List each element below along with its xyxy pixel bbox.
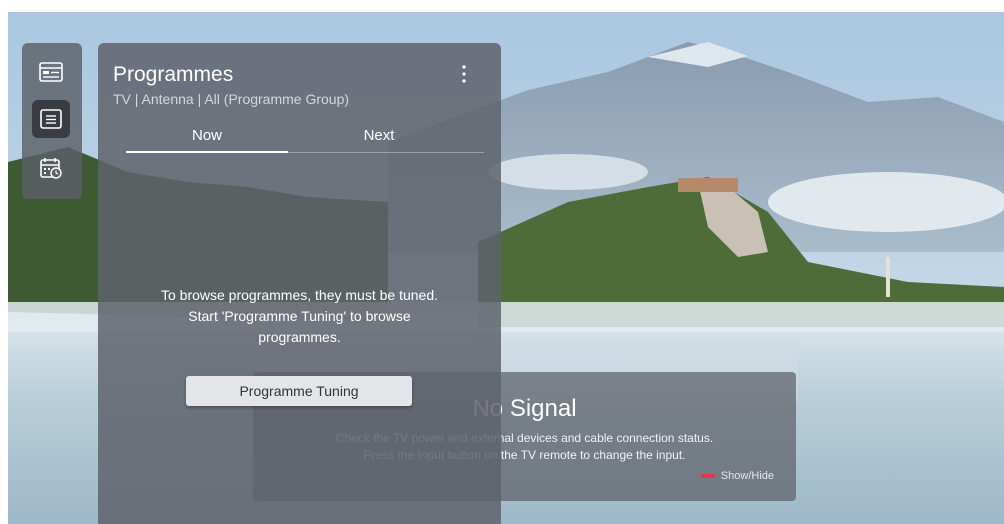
schedule-button[interactable] <box>32 149 70 187</box>
tab-selected-indicator <box>126 151 288 153</box>
red-key-icon <box>700 474 715 478</box>
programme-tuning-button[interactable]: Programme Tuning <box>186 376 412 406</box>
guide-button[interactable] <box>32 53 70 91</box>
guide-icon <box>39 62 63 82</box>
show-hide-label: Show/Hide <box>720 470 774 482</box>
tab-next[interactable]: Next <box>298 127 460 144</box>
more-options-button[interactable] <box>454 61 474 87</box>
panel-subtitle: TV | Antenna | All (Programme Group) <box>113 91 350 107</box>
empty-state-message: To browse programmes, they must be tuned… <box>160 287 439 345</box>
panel-title: Programmes <box>113 63 234 86</box>
schedule-icon <box>40 158 62 179</box>
programme-list-button[interactable] <box>32 100 70 138</box>
more-vert-icon <box>462 65 466 83</box>
side-menu-rail <box>22 43 82 199</box>
show-hide-hint: Show/Hide <box>700 470 774 482</box>
programmes-panel: Programmes TV | Antenna | All (Programme… <box>98 43 501 524</box>
programme-list-icon <box>40 109 62 129</box>
tv-screen: No Signal Check the TV power and externa… <box>8 12 1004 524</box>
tab-now[interactable]: Now <box>126 127 288 144</box>
